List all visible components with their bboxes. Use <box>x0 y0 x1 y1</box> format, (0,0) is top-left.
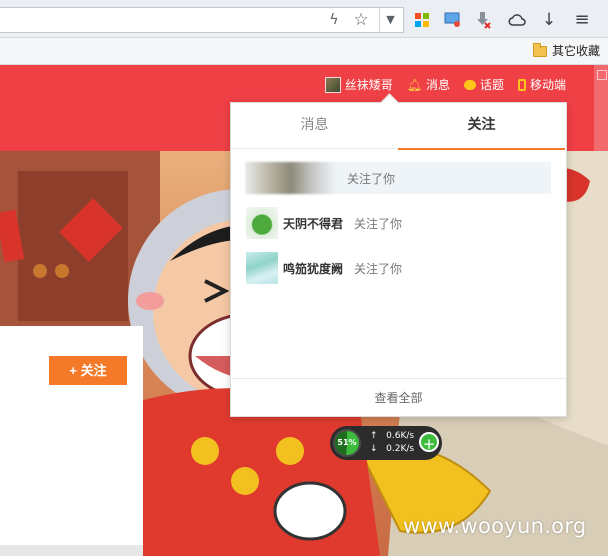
avatar <box>246 162 336 194</box>
follow-button[interactable]: + 关注 <box>49 356 127 385</box>
tab-following[interactable]: 关注 <box>398 103 565 150</box>
chevron-down-icon[interactable]: ▼ <box>379 8 401 32</box>
nav-mobile-label: 移动端 <box>529 78 566 92</box>
usage-percent: 51% <box>337 438 357 447</box>
upload-speed-row: ↑ 0.6K/s <box>370 431 414 442</box>
tab-messages[interactable]: 消息 <box>231 103 398 149</box>
nav-messages-label: 消息 <box>425 78 450 92</box>
bookmark-folder-label: 其它收藏 <box>551 44 600 58</box>
chat-bubble-icon <box>463 79 476 90</box>
notification-user[interactable]: 鸣笳犹度阙 <box>283 260 343 277</box>
browser-toolbar: ϟ ☆ ▼ ↓ ≡ <box>0 0 608 38</box>
address-bar[interactable]: ϟ ☆ ▼ <box>0 7 404 33</box>
upload-speed: 0.6K/s <box>386 431 415 441</box>
bell-icon: 🔔︎ <box>406 77 422 92</box>
divider <box>0 545 143 556</box>
scrollbar[interactable] <box>594 65 608 151</box>
notification-item[interactable]: 天阴不得君 关注了你 <box>245 207 551 239</box>
folder-icon <box>532 43 547 57</box>
notification-action: 关注了你 <box>347 171 396 186</box>
arrow-down-icon: ↓ <box>370 444 378 454</box>
arrow-up-icon: ↑ <box>370 431 378 441</box>
avatar <box>246 252 278 284</box>
notification-dropdown: 消息 关注 关注了你 天阴不得君 关注了你 鸣笳犹度阙 关注了你 查看全部 <box>230 102 567 417</box>
bookmark-folder-other[interactable]: 其它收藏 <box>532 42 600 61</box>
phone-icon <box>517 78 526 91</box>
notification-item[interactable]: 关注了你 <box>245 162 551 194</box>
nav-mobile[interactable]: 移动端 <box>517 76 566 93</box>
user-menu[interactable]: 丝袜矮哥 <box>324 76 393 93</box>
cloud-icon[interactable] <box>505 8 529 32</box>
dropdown-tabs: 消息 关注 <box>231 103 566 150</box>
username: 丝袜矮哥 <box>344 78 393 92</box>
top-nav: 丝袜矮哥 🔔︎ 消息 话题 移动端 <box>324 76 566 93</box>
network-speed-widget[interactable]: 51% ↑ 0.6K/s ↓ 0.2K/s + <box>330 426 442 460</box>
download-speed: 0.2K/s <box>386 444 415 454</box>
menu-icon[interactable]: ≡ <box>570 8 594 32</box>
notification-item[interactable]: 鸣笳犹度阙 关注了你 <box>245 252 551 284</box>
plus-icon[interactable]: + <box>419 432 439 453</box>
view-all-link[interactable]: 查看全部 <box>231 378 566 417</box>
download-arrow-icon[interactable]: ↓ <box>537 8 561 32</box>
lightning-icon[interactable]: ϟ <box>326 8 342 32</box>
avatar <box>246 207 278 239</box>
nav-topics[interactable]: 话题 <box>463 76 504 93</box>
notification-action: 关注了你 <box>354 261 403 276</box>
notification-user[interactable]: 天阴不得君 <box>283 215 343 232</box>
nav-topics-label: 话题 <box>479 78 504 92</box>
download-speed-row: ↓ 0.2K/s <box>370 444 414 455</box>
bookmarks-bar: 其它收藏 <box>0 38 608 65</box>
windows-logo-icon[interactable] <box>410 8 434 32</box>
avatar <box>324 76 341 93</box>
screenshot-tool-icon[interactable] <box>441 8 465 32</box>
star-icon[interactable]: ☆ <box>350 8 372 32</box>
download-block-icon[interactable] <box>471 8 495 32</box>
nav-messages[interactable]: 🔔︎ 消息 <box>407 76 450 93</box>
watermark: www.wooyun.org <box>403 514 587 538</box>
notification-action: 关注了你 <box>354 216 403 231</box>
